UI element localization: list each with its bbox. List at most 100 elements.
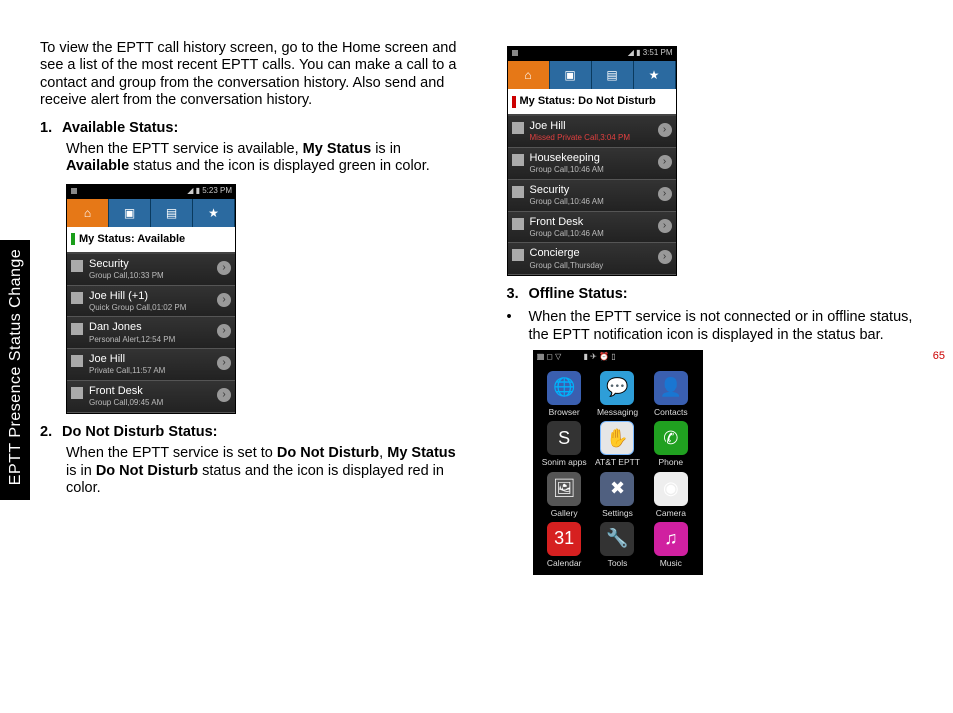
item-offline: 3.Offline Status: — [507, 286, 934, 303]
contact-icon — [512, 249, 524, 261]
contact-icon — [71, 355, 83, 367]
item-number: 2. — [40, 424, 62, 441]
list-item-subtitle: Group Call,Thursday — [530, 261, 672, 271]
app-at-t-eptt: ✋AT&T EPTT — [593, 421, 642, 467]
list-item-subtitle: Group Call,10:46 AM — [530, 165, 672, 175]
app-messaging: 💬 Messaging — [593, 371, 642, 417]
list-item: ConciergeGroup Call,Thursday› — [508, 243, 676, 275]
contact-icon — [71, 292, 83, 304]
list-item-title: Housekeeping — [530, 152, 672, 165]
item-heading: Offline Status: — [529, 286, 628, 302]
chevron-icon: › — [217, 293, 231, 307]
item-number: 1. — [40, 120, 62, 137]
text-bold: Do Not Disturb — [96, 463, 198, 479]
list-item-title: Joe Hill (+1) — [89, 290, 231, 303]
app-sonim-apps: S Sonim apps — [540, 421, 589, 467]
phone-statusbar: ◢ ▮ 5:23 PM — [67, 185, 235, 199]
app-label: Music — [660, 558, 682, 568]
app-browser: 🌐Browser — [540, 371, 589, 417]
app-icon: 👤 — [654, 371, 688, 405]
screenshot-available: ◢ ▮ 5:23 PM ⌂ ▣ ▤ ★ My Status: Available… — [66, 184, 236, 414]
contact-icon — [71, 387, 83, 399]
tab-contacts-icon: ▣ — [109, 199, 151, 227]
app-label: AT&T EPTT — [595, 457, 640, 467]
app-icon: ♫ — [654, 522, 688, 556]
app-icon: 31 — [547, 522, 581, 556]
text-bold: My Status — [303, 141, 372, 157]
text-bold: My Status — [387, 445, 456, 461]
app-label: Contacts — [654, 407, 688, 417]
tab-fav-icon: ★ — [634, 61, 676, 89]
tab-groups-icon: ▤ — [592, 61, 634, 89]
text: When the EPTT service is available, — [66, 141, 303, 157]
tab-fav-icon: ★ — [193, 199, 235, 227]
item-heading: Do Not Disturb Status: — [62, 424, 217, 440]
contact-icon — [71, 260, 83, 272]
chevron-icon: › — [658, 219, 672, 233]
status-indicator-red — [512, 96, 516, 108]
list-item-title: Joe Hill — [530, 120, 672, 133]
list-item-subtitle: Group Call,10:46 AM — [530, 197, 672, 207]
column-left: To view the EPTT call history screen, go… — [40, 40, 467, 585]
app-icon: ✆ — [654, 421, 688, 455]
item-available: 1.Available Status: — [40, 120, 467, 137]
app-music: ♫ Music — [646, 522, 695, 568]
text-bold: Available — [66, 158, 129, 174]
phone-list: SecurityGroup Call,10:33 PM›Joe Hill (+1… — [67, 254, 235, 413]
app-icon: ◉ — [654, 472, 688, 506]
app-icon: 🔧 — [600, 522, 634, 556]
list-item: HousekeepingGroup Call,10:46 AM› — [508, 148, 676, 180]
list-item-subtitle: Group Call,09:45 AM — [89, 398, 231, 408]
app-label: Gallery — [551, 508, 578, 518]
phone-list: Joe HillMissed Private Call,3:04 PM›Hous… — [508, 116, 676, 275]
list-item-title: Dan Jones — [89, 321, 231, 334]
phone-time: 5:23 PM — [202, 186, 232, 195]
item-available-body: When the EPTT service is available, My S… — [66, 141, 467, 176]
list-item: Dan JonesPersonal Alert,12:54 PM› — [67, 317, 235, 349]
list-item: Front DeskGroup Call,10:46 AM› — [508, 212, 676, 244]
tab-home-icon: ⌂ — [508, 61, 550, 89]
phone-time: 3:51 PM — [643, 48, 673, 57]
list-item: SecurityGroup Call,10:33 PM› — [67, 254, 235, 286]
app-settings: ✖Settings — [593, 472, 642, 518]
app-label: Camera — [656, 508, 686, 518]
text: is in — [66, 463, 96, 479]
screenshot-dnd: ◢ ▮ 3:51 PM ⌂ ▣ ▤ ★ My Status: Do Not Di… — [507, 46, 677, 276]
app-gallery: 🖼Gallery — [540, 472, 589, 518]
text: When the EPTT service is set to — [66, 445, 277, 461]
text: When the EPTT service is not connected o… — [529, 309, 934, 344]
contact-icon — [512, 154, 524, 166]
item-dnd: 2.Do Not Disturb Status: — [40, 424, 467, 441]
app-label: Tools — [608, 558, 628, 568]
item-dnd-body: When the EPTT service is set to Do Not D… — [66, 445, 467, 497]
app-label: Phone — [659, 457, 684, 467]
app-icon: 💬 — [600, 371, 634, 405]
list-item-subtitle: Group Call,10:33 PM — [89, 271, 231, 281]
screenshot-homegrid: ▥ ◻ ▽ ▮ ✈ ⏰ ▯ 🌐Browser💬Messaging👤Contact… — [533, 350, 703, 575]
list-item-subtitle: Personal Alert,12:54 PM — [89, 335, 231, 345]
text: status and the icon is displayed green i… — [129, 158, 430, 174]
chevron-icon: › — [658, 155, 672, 169]
list-item-title: Front Desk — [530, 216, 672, 229]
app-icon: ✖ — [600, 472, 634, 506]
my-status-row: My Status: Do Not Disturb — [508, 89, 676, 116]
item-offline-body: • When the EPTT service is not connected… — [507, 309, 934, 344]
app-label: Calendar — [547, 558, 582, 568]
list-item-subtitle: Group Call,10:46 AM — [530, 229, 672, 239]
text: is in — [371, 141, 401, 157]
status-text: My Status: Do Not Disturb — [520, 95, 656, 108]
app-label: Browser — [549, 407, 580, 417]
page-number: 65 — [933, 350, 945, 362]
list-item: Joe Hill (+1)Quick Group Call,01:02 PM› — [67, 286, 235, 318]
app-label: Sonim apps — [542, 457, 587, 467]
tab-groups-icon: ▤ — [151, 199, 193, 227]
list-item-subtitle: Quick Group Call,01:02 PM — [89, 303, 231, 313]
app-grid: 🌐Browser 💬 Messaging 👤 Contacts S Sonim apps ✋A… — [534, 365, 702, 574]
phone-tabbar: ⌂ ▣ ▤ ★ — [508, 61, 676, 89]
app-icon: S — [547, 421, 581, 455]
contact-icon — [512, 122, 524, 134]
sidebar-tab: EPTT Presence Status Change — [0, 240, 30, 500]
text-bold: Do Not Disturb — [277, 445, 379, 461]
list-item: SecurityGroup Call,10:46 AM› — [508, 180, 676, 212]
app-label: Messaging — [597, 407, 638, 417]
